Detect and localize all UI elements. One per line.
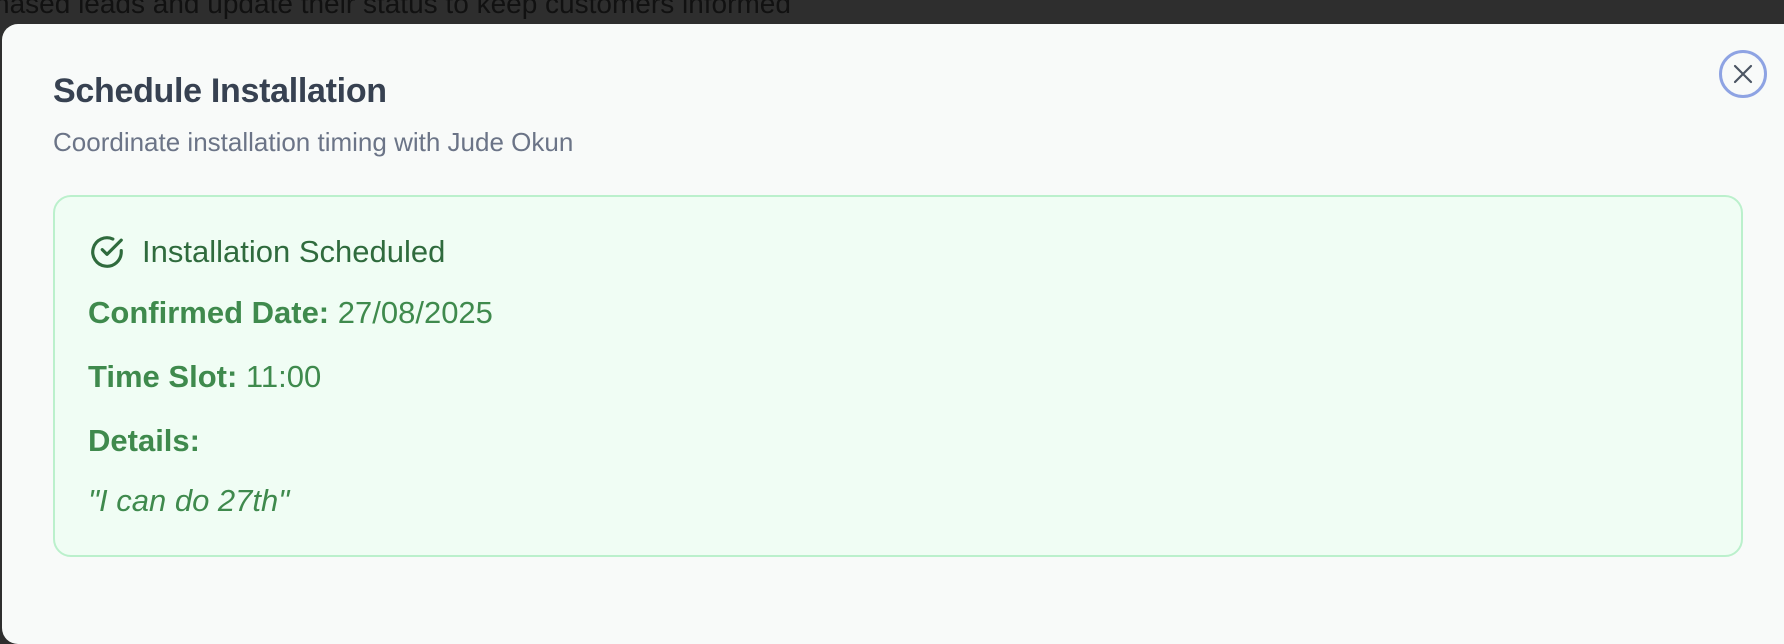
check-circle-icon <box>91 236 123 268</box>
status-row: Installation Scheduled <box>88 233 445 271</box>
confirmed-date-label: Confirmed Date: <box>88 295 330 330</box>
background-description-text: hased leads and update their status to k… <box>0 0 791 19</box>
installation-status-card: Installation Scheduled Confirmed Date: 2… <box>53 195 1743 557</box>
details-row: Details: <box>88 423 200 459</box>
confirmed-date-value: 27/08/2025 <box>337 295 493 330</box>
time-slot-row: Time Slot: 11:00 <box>88 359 321 395</box>
dialog-subtitle: Coordinate installation timing with Jude… <box>53 127 574 157</box>
time-slot-value: 11:00 <box>245 359 322 394</box>
dialog-title: Schedule Installation <box>53 72 387 110</box>
confirmed-date-row: Confirmed Date: 27/08/2025 <box>88 295 493 331</box>
close-button[interactable] <box>1719 50 1767 98</box>
details-quote: "I can do 27th" <box>88 483 290 518</box>
status-title: Installation Scheduled <box>142 234 446 269</box>
details-label: Details: <box>88 423 200 458</box>
close-icon <box>1733 64 1753 84</box>
time-slot-label: Time Slot: <box>88 359 238 394</box>
